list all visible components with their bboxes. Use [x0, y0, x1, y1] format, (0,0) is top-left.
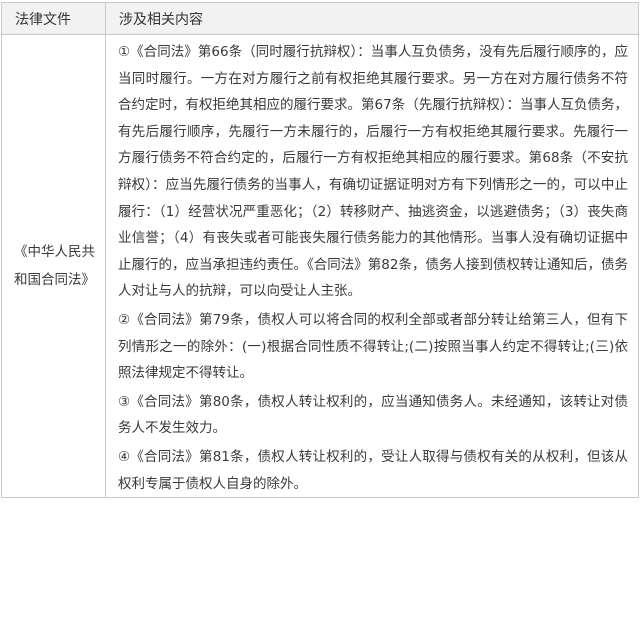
content-paragraph-3: ③《合同法》第80条，债权人转让权利的，应当通知债务人。未经通知，该转让对债务人…: [118, 393, 628, 437]
content-paragraph-1: ①《合同法》第66条（同时履行抗辩权）：当事人互负债务，没有先后履行顺序的，应当…: [118, 44, 628, 300]
table-row: 《中华人民共和国合同法》 ①《合同法》第66条（同时履行抗辩权）：当事人互负债务…: [1, 33, 639, 499]
related-content-cell: ①《合同法》第66条（同时履行抗辩权）：当事人互负债务，没有先后履行顺序的，应当…: [105, 33, 639, 499]
legal-document-cell: 《中华人民共和国合同法》: [1, 33, 106, 499]
header-related-content: 涉及相关内容: [105, 2, 639, 35]
content-paragraph-2: ②《合同法》第79条，债权人可以将合同的权利全部或者部分转让给第三人，但有下列情…: [118, 311, 628, 382]
page: 法律文件 涉及相关内容 《中华人民共和国合同法》 ①《合同法》第66条（同时履行…: [0, 0, 640, 632]
table-header-row: 法律文件 涉及相关内容: [1, 2, 639, 35]
content-paragraph-4: ④《合同法》第81条，债权人转让权利的，受让人取得与债权有关的从权利，但该从权利…: [118, 448, 628, 492]
header-legal-document: 法律文件: [1, 2, 106, 35]
law-table: 法律文件 涉及相关内容 《中华人民共和国合同法》 ①《合同法》第66条（同时履行…: [1, 2, 639, 499]
